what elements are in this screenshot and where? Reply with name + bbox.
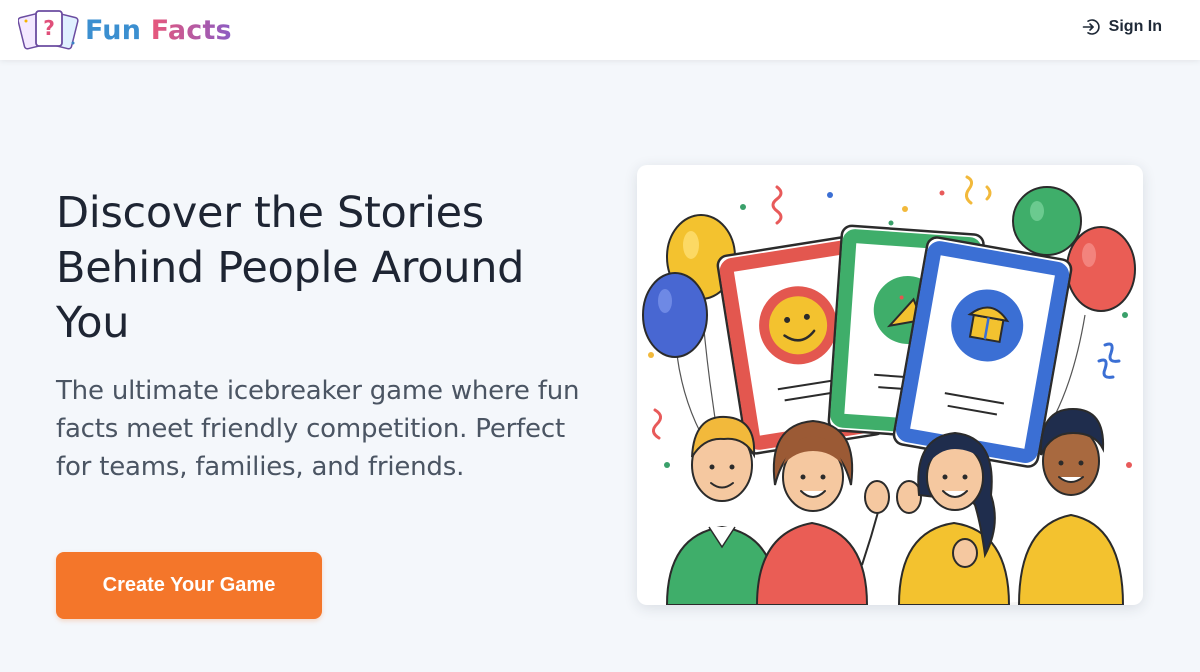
hero-illustration (637, 165, 1143, 605)
question-cards-icon: ? (18, 10, 79, 50)
hero-title: Discover the Stories Behind People Aroun… (56, 188, 525, 348)
brand-word-facts: Facts (150, 14, 232, 46)
hero-subtitle: The ultimate icebreaker game where fun f… (56, 376, 580, 482)
sign-in-link[interactable]: Sign In (1082, 18, 1162, 36)
svg-text:?: ? (43, 16, 55, 40)
sign-in-icon (1082, 19, 1100, 35)
top-navbar: ? Fun Facts Sign In (0, 0, 1200, 60)
sign-in-label: Sign In (1108, 18, 1162, 35)
brand-logo-link[interactable]: ? Fun Facts (18, 7, 232, 53)
create-game-button[interactable]: Create Your Game (56, 552, 322, 619)
brand-word-fun: Fun (85, 14, 142, 46)
people-cards-balloons-illustration (642, 175, 1136, 605)
brand-name: Fun Facts (85, 15, 232, 46)
